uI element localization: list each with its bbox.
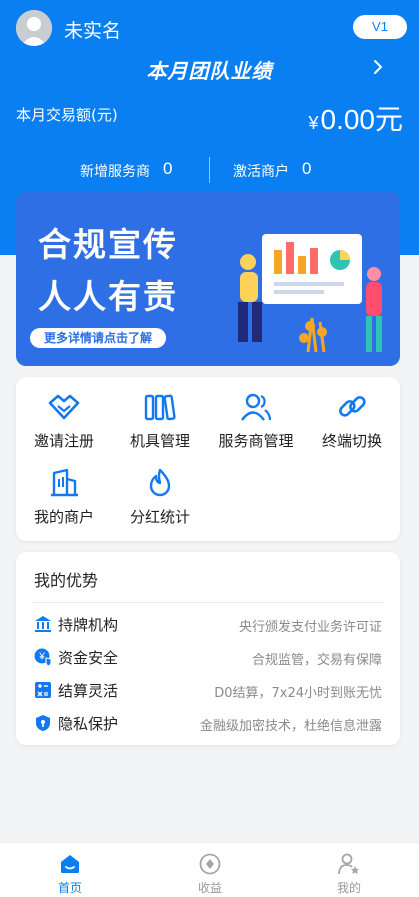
performance-title[interactable]: 本月团队业绩 — [0, 55, 419, 84]
tab-label: 收益 — [197, 881, 222, 895]
shield-lock-icon — [36, 715, 50, 731]
top-bar: 未实名 V1 — [0, 0, 419, 56]
advantages-title: 我的优势 — [34, 571, 99, 590]
advantage-name: 隐私保护 — [58, 715, 119, 733]
advantage-row: 隐私保护 金融级加密技术，杜绝信息泄露 — [16, 711, 400, 735]
bottom-tab-bar: 首页 收益 我的 — [0, 842, 419, 897]
yen-shield-icon: ¥ — [34, 648, 52, 666]
store-icon — [51, 468, 78, 497]
flame-icon — [149, 468, 171, 497]
stat-divider — [209, 157, 210, 183]
banner-headline-1: 合规宣传 — [38, 225, 178, 264]
menu-invite-register[interactable]: 邀请注册 — [16, 377, 112, 450]
books-icon — [144, 394, 176, 421]
tab-profile[interactable]: 我的 — [279, 843, 419, 897]
menu-terminal-switch[interactable]: 终端切换 — [304, 377, 400, 450]
banner-headline-2: 人人有责 — [38, 277, 178, 316]
link-icon — [339, 396, 366, 417]
advantage-row: ¥ 资金安全 合规监管，交易有保障 — [16, 645, 400, 669]
home-icon — [61, 855, 79, 873]
banner-illustration — [238, 234, 382, 353]
menu-label: 邀请注册 — [33, 432, 94, 450]
advantage-row: 持牌机构 央行颁发支付业务许可证 — [16, 612, 400, 636]
advantage-desc: 金融级加密技术，杜绝信息泄露 — [199, 719, 382, 734]
advantage-name: 资金安全 — [58, 649, 119, 667]
advantages-card: 我的优势 持牌机构 央行颁发支付业务许可证 ¥ 资金安全 合规监管，交易有保障 … — [16, 552, 400, 745]
advantage-desc: 合规监管，交易有保障 — [251, 653, 382, 668]
menu-label: 我的商户 — [33, 508, 94, 526]
trade-amount-value: 0.00元 — [320, 104, 404, 135]
svg-text:¥: ¥ — [38, 652, 45, 663]
trade-amount: ¥0.00元 — [308, 98, 403, 138]
stats-row: 新增服务商 0 激活商户 0 — [0, 157, 419, 183]
menu-label: 分红统计 — [129, 508, 190, 526]
tab-earnings[interactable]: 收益 — [140, 843, 280, 897]
advantage-name: 持牌机构 — [58, 616, 119, 634]
tab-home[interactable]: 首页 — [0, 843, 140, 897]
menu-provider-management[interactable]: 服务商管理 — [208, 377, 304, 450]
chevron-right-icon[interactable] — [371, 58, 385, 76]
menu-label: 服务商管理 — [218, 432, 294, 450]
avatar-icon — [16, 10, 52, 46]
menu-my-merchants[interactable]: 我的商户 — [16, 453, 112, 526]
calculator-icon — [35, 682, 51, 698]
currency-symbol: ¥ — [308, 113, 319, 133]
stat-activated-merchants-value: 0 — [302, 159, 312, 178]
stat-new-providers-label: 新增服务商 — [80, 164, 150, 180]
divider — [32, 602, 384, 603]
avatar[interactable] — [16, 10, 52, 46]
profile-icon — [338, 853, 359, 875]
menu-dividend-stats[interactable]: 分红统计 — [112, 453, 208, 526]
menu-label: 终端切换 — [321, 432, 382, 450]
menu-device-management[interactable]: 机具管理 — [112, 377, 208, 450]
handshake-icon — [48, 394, 80, 420]
advantage-desc: D0结算，7x24小时到账无忧 — [214, 686, 382, 701]
bank-icon — [35, 616, 51, 632]
trade-amount-label: 本月交易额(元) — [16, 106, 118, 124]
promo-banner[interactable]: 合规宣传 人人有责 更多详情请点击了解 — [16, 192, 400, 366]
quick-menu-card: 邀请注册 机具管理 服务商管理 终端切换 我的商户 分红统计 — [16, 377, 400, 541]
level-badge[interactable]: V1 — [353, 15, 407, 39]
tab-label: 首页 — [57, 881, 82, 895]
username: 未实名 — [64, 21, 122, 42]
tab-label: 我的 — [336, 881, 361, 895]
banner-details-button[interactable]: 更多详情请点击了解 — [30, 328, 167, 348]
stat-activated-merchants-label: 激活商户 — [233, 164, 289, 180]
people-icon — [241, 393, 272, 421]
advantage-name: 结算灵活 — [58, 682, 119, 700]
advantage-row: 结算灵活 D0结算，7x24小时到账无忧 — [16, 678, 400, 702]
menu-label: 机具管理 — [129, 432, 190, 450]
advantage-desc: 央行颁发支付业务许可证 — [238, 620, 382, 635]
earnings-icon — [199, 853, 221, 875]
stat-new-providers-value: 0 — [163, 159, 173, 178]
